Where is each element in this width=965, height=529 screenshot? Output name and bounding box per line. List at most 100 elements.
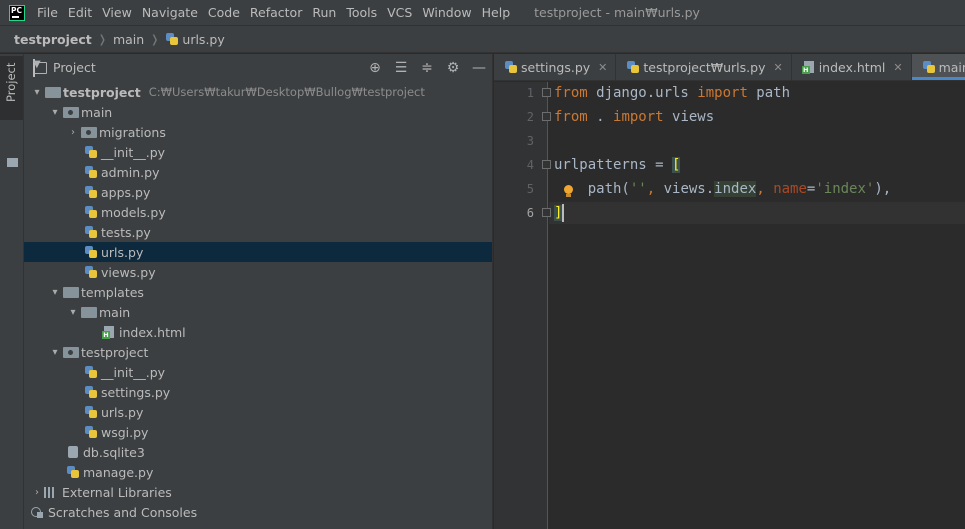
tree-item-migrations[interactable]: › migrations [24,122,492,142]
tree-item-testproject[interactable]: ▾ testproject [24,342,492,362]
folder-icon[interactable] [7,158,18,167]
line-number: 6 [526,206,534,220]
package-folder-icon [81,126,97,138]
tree-item-init-py[interactable]: __init__.py [24,362,492,382]
tree-item-models-py[interactable]: models.py [24,202,492,222]
tree-item-urls-py[interactable]: urls.py [24,242,492,262]
folder-icon [81,306,97,318]
chevron-down-icon[interactable]: ▼ [33,58,41,77]
hide-icon[interactable]: — [466,60,492,76]
lightbulb-icon[interactable] [564,185,573,197]
python-file-icon [84,365,98,379]
python-file-icon [84,145,98,159]
expand-all-icon[interactable]: ☰ [388,60,414,76]
tree-item-index-html[interactable]: index.html [24,322,492,342]
menu-view[interactable]: View [102,5,132,20]
tree-item-tests-py[interactable]: tests.py [24,222,492,242]
python-file-icon [84,165,98,179]
breadcrumb-file[interactable]: urls.py [182,32,224,47]
editor-tab-label: testproject₩urls.py [643,59,766,75]
tree-item-main[interactable]: ▾ main [24,102,492,122]
tree-item-scratches-and-consoles[interactable]: Scratches and Consoles [24,502,492,522]
menu-help[interactable]: Help [482,5,511,20]
line-number: 2 [526,110,534,124]
menu-code[interactable]: Code [208,5,240,20]
tree-item-main[interactable]: ▾ main [24,302,492,322]
menu-window[interactable]: Window [422,5,471,20]
editor-tab-label: settings.py [521,59,591,75]
project-tree: ▾ testproject C:₩Users₩takur₩Desktop₩Bullo… [24,82,492,522]
line-number: 1 [526,86,534,100]
fold-icon[interactable] [542,160,551,169]
editor-tab[interactable]: settings.py ✕ [494,54,617,80]
menu-vcs[interactable]: VCS [387,5,412,20]
chevron-down-icon[interactable]: ▾ [30,87,44,98]
code-editor[interactable]: 1 2 3 4 5 6 from django.urls import path… [494,82,965,529]
tree-item-testproject[interactable]: ▾ testproject C:₩Users₩takur₩Desktop₩Bullo… [24,82,492,102]
locate-icon[interactable]: ⊕ [362,60,388,76]
tree-item-settings-py[interactable]: settings.py [24,382,492,402]
line-number: 3 [526,134,534,148]
collapse-all-icon[interactable]: ≑ [414,60,440,76]
chevron-right-icon[interactable]: › [66,127,80,138]
tree-item-label: views.py [101,264,156,280]
editor-tabs: settings.py✕testproject₩urls.py✕index.ht… [494,54,965,81]
fold-icon[interactable] [542,112,551,121]
tree-item-admin-py[interactable]: admin.py [24,162,492,182]
chevron-down-icon[interactable]: ▾ [66,307,80,318]
breadcrumb-main[interactable]: main [113,32,144,47]
breadcrumb-project[interactable]: testproject [14,32,92,47]
tree-item-wsgi-py[interactable]: wsgi.py [24,422,492,442]
tree-item-label: migrations [99,124,166,140]
python-file-icon [504,60,518,74]
menu-bar: PC File Edit View Navigate Code Refactor… [0,0,965,25]
tree-item-templates[interactable]: ▾ templates [24,282,492,302]
menu-file[interactable]: File [37,5,58,20]
tree-item-init-py[interactable]: __init__.py [24,142,492,162]
tree-item-db-sqlite3[interactable]: db.sqlite3 [24,442,492,462]
tree-item-label: settings.py [101,384,171,400]
project-panel-header: Project ▼ ⊕ ☰ ≑ ⚙ — [24,54,492,81]
python-file-icon [84,385,98,399]
tree-item-apps-py[interactable]: apps.py [24,182,492,202]
chevron-down-icon[interactable]: ▾ [48,107,62,118]
chevron-right-icon: ❭ [150,32,160,46]
code-line-1: from django.urls import path [554,85,791,101]
editor-tab[interactable]: main₩urls.py [911,54,965,80]
chevron-down-icon[interactable]: ▾ [48,347,62,358]
package-folder-icon [63,346,79,358]
close-icon[interactable]: ✕ [893,61,902,74]
fold-icon[interactable] [542,88,551,97]
tree-item-urls-py[interactable]: urls.py [24,402,492,422]
package-folder-icon [63,106,79,118]
menu-navigate[interactable]: Navigate [142,5,198,20]
tree-item-views-py[interactable]: views.py [24,262,492,282]
project-tool-tab-label: Project [4,62,18,102]
project-tool-tab[interactable]: Project [0,56,23,120]
tool-window-strip: Project [0,54,24,529]
tree-item-external-libraries[interactable]: › External Libraries [24,482,492,502]
python-file-icon [84,405,98,419]
current-line-highlight [549,202,965,224]
fold-icon[interactable] [542,208,551,217]
code-line-2: from . import views [554,109,715,125]
close-icon[interactable]: ✕ [598,61,607,74]
chevron-down-icon[interactable]: ▾ [48,287,62,298]
tree-item-manage-py[interactable]: manage.py [24,462,492,482]
close-icon[interactable]: ✕ [773,61,782,74]
tree-item-label: models.py [101,204,166,220]
menu-run[interactable]: Run [312,5,336,20]
menu-edit[interactable]: Edit [68,5,92,20]
menu-refactor[interactable]: Refactor [250,5,302,20]
tree-item-label: main [81,104,113,120]
chevron-right-icon[interactable]: › [30,487,44,498]
editor-tab[interactable]: index.html ✕ [792,54,912,80]
editor-tab[interactable]: testproject₩urls.py ✕ [616,54,792,80]
tree-item-label: manage.py [83,464,154,480]
project-view-selector[interactable]: Project [53,60,96,75]
gear-icon[interactable]: ⚙ [440,60,466,76]
tree-item-label: wsgi.py [101,424,149,440]
tree-item-label: testproject [63,84,141,100]
library-icon [44,486,58,498]
menu-tools[interactable]: Tools [346,5,377,20]
